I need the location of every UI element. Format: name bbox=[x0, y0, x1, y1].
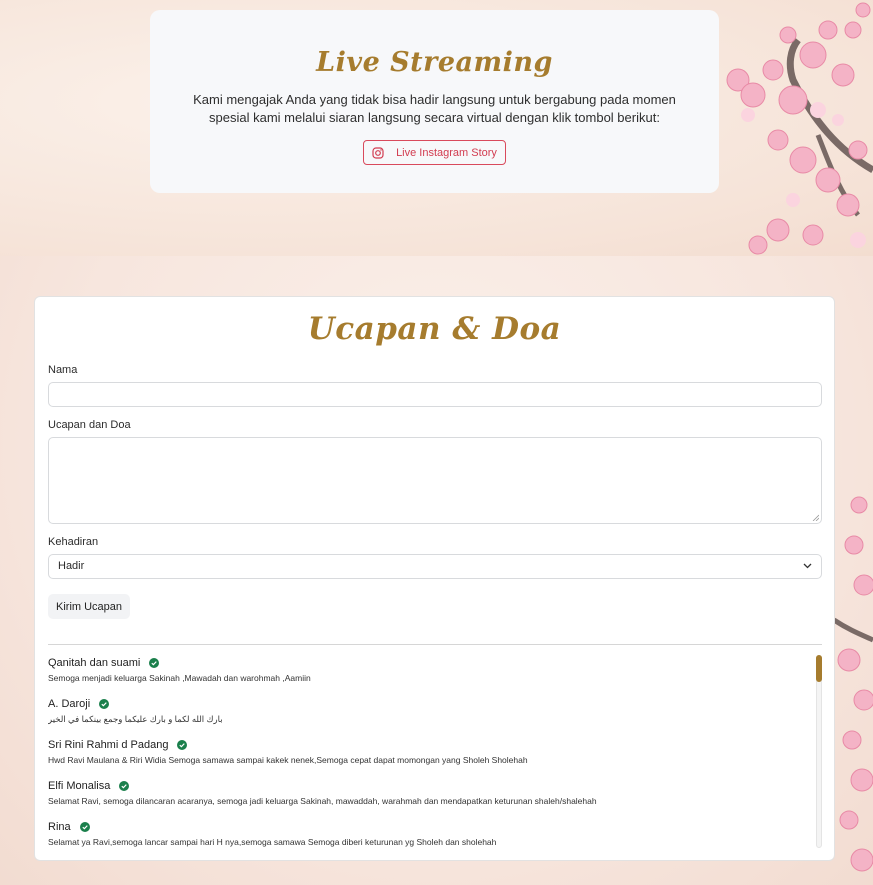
wish-message: Semoga menjadi keluarga Sakinah ,Mawadah… bbox=[48, 673, 311, 683]
list-item: Elfi Monalisa Selamat Ravi, semoga dilan… bbox=[48, 778, 808, 819]
live-streaming-description: Kami mengajak Anda yang tidak bisa hadir… bbox=[193, 92, 676, 125]
attendance-selected-value: Hadir bbox=[58, 560, 85, 572]
wish-message: بارك الله لكما و بارك عليكما وجمع بينكما… bbox=[48, 714, 223, 724]
wish-author: A. Daroji bbox=[48, 698, 91, 710]
list-item: A. Daroji بارك الله لكما و بارك عليكما و… bbox=[48, 696, 808, 737]
instagram-icon bbox=[372, 146, 384, 159]
wish-author: Rina bbox=[48, 821, 71, 833]
verified-check-icon bbox=[119, 781, 130, 791]
wish-author: Sri Rini Rahmi d Padang bbox=[48, 739, 169, 751]
wish-message: Hwd Ravi Maulana & Riri Widia Semoga sam… bbox=[48, 755, 528, 765]
verified-check-icon bbox=[99, 699, 110, 709]
cherry-blossom-decoration-top bbox=[726, 2, 873, 255]
wishes-scrollbar-thumb[interactable] bbox=[816, 655, 822, 682]
wish-message: Selamat Ravi, semoga dilancaran acaranya… bbox=[48, 796, 597, 806]
attendance-label: Kehadiran bbox=[48, 536, 99, 548]
wish-author: Elfi Monalisa bbox=[48, 780, 111, 792]
wish-author: Qanitah dan suami bbox=[48, 657, 141, 669]
list-item: Rina Selamat ya Ravi,semoga lancar sampa… bbox=[48, 819, 808, 850]
live-streaming-card: Live Streaming Kami mengajak Anda yang t… bbox=[150, 10, 719, 193]
wish-message: Selamat ya Ravi,semoga lancar sampai har… bbox=[48, 837, 497, 847]
verified-check-icon bbox=[79, 822, 90, 832]
live-streaming-title: Live Streaming bbox=[316, 47, 553, 78]
name-input[interactable] bbox=[48, 382, 822, 407]
chevron-down-icon bbox=[803, 563, 812, 569]
wishes-card: Ucapan & Doa Nama Ucapan dan Doa Kehadir… bbox=[34, 296, 835, 861]
wishes-list[interactable]: Qanitah dan suami Semoga menjadi keluarg… bbox=[48, 655, 808, 850]
live-instagram-story-label: Live Instagram Story bbox=[396, 146, 497, 159]
message-label: Ucapan dan Doa bbox=[48, 419, 131, 431]
resize-handle-icon[interactable] bbox=[812, 514, 819, 521]
name-label: Nama bbox=[48, 364, 78, 376]
cherry-blossom-decoration-bottom bbox=[834, 496, 873, 872]
list-item: Sri Rini Rahmi d Padang Hwd Ravi Maulana… bbox=[48, 737, 808, 778]
verified-check-icon bbox=[149, 658, 160, 668]
submit-wish-button[interactable]: Kirim Ucapan bbox=[48, 594, 131, 619]
verified-check-icon bbox=[177, 740, 188, 750]
wishes-title: Ucapan & Doa bbox=[307, 311, 562, 347]
divider bbox=[48, 644, 822, 645]
list-item: Qanitah dan suami Semoga menjadi keluarg… bbox=[48, 655, 808, 696]
live-instagram-story-button[interactable]: Live Instagram Story bbox=[363, 140, 506, 165]
message-textarea[interactable] bbox=[48, 437, 822, 524]
attendance-select[interactable]: Hadir bbox=[48, 554, 822, 579]
wishes-scrollbar-track[interactable] bbox=[816, 655, 822, 848]
